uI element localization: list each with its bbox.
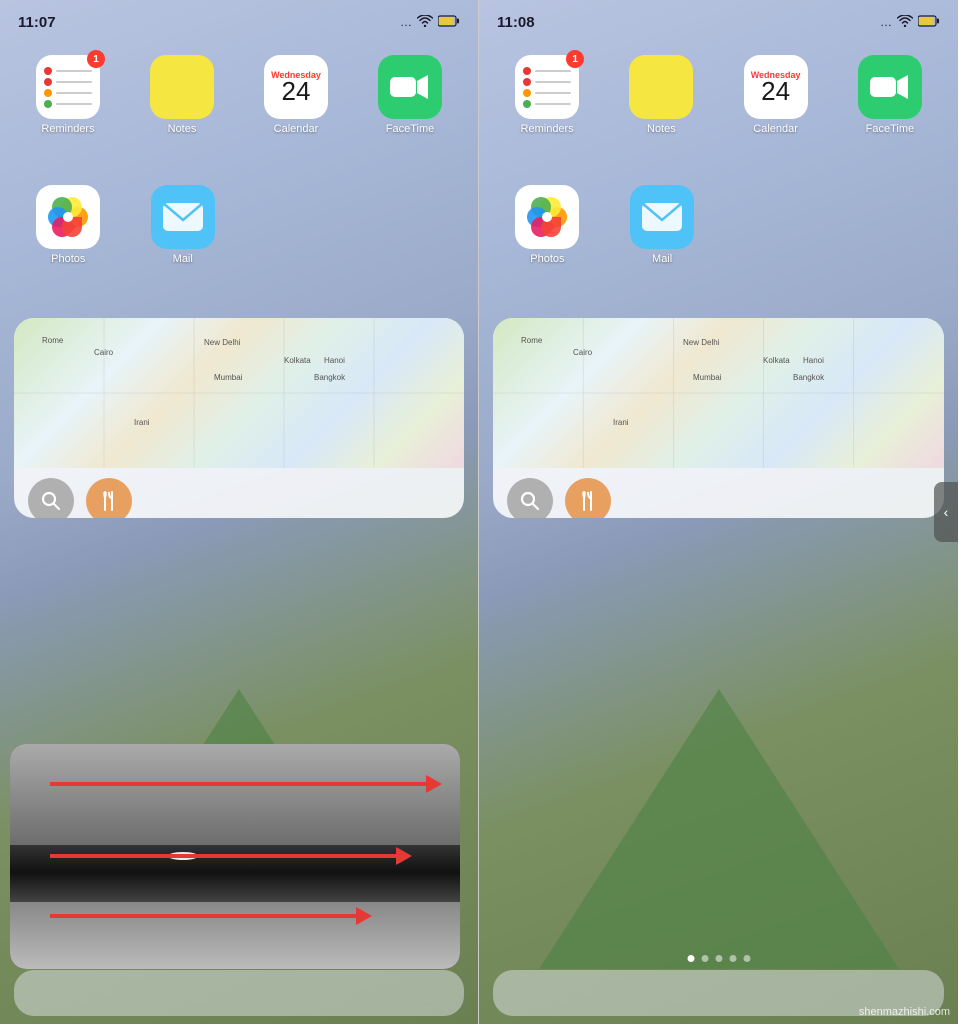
right-reminders-label: Reminders <box>521 123 574 135</box>
red-arrow-2 <box>50 854 400 858</box>
right-mountain-shape <box>539 689 899 969</box>
back-chevron-icon: ‹ <box>944 504 949 520</box>
left-status-bar: 11:07 … <box>0 0 478 44</box>
maps-search-button[interactable] <box>28 478 74 518</box>
right-mail-app[interactable]: Mail <box>608 185 717 265</box>
right-photos-app[interactable]: Photos <box>493 185 602 265</box>
signal-icon-right: … <box>880 15 892 29</box>
page-dot-2[interactable] <box>701 955 708 962</box>
right-notes-app[interactable]: Notes <box>607 55 715 135</box>
photo-content <box>10 744 460 969</box>
left-maps-widget[interactable]: Rome Cairo New Delhi Kolkata Mumbai Hano… <box>14 318 464 518</box>
watermark: shenmazhishi.com <box>859 1006 950 1018</box>
maps-food-button[interactable] <box>86 478 132 518</box>
right-time: 11:08 <box>497 14 535 31</box>
calendar-day-num: 24 <box>282 78 311 104</box>
right-facetime-icon <box>870 73 910 101</box>
notes-icon-content <box>174 66 190 109</box>
page-dot-5[interactable] <box>743 955 750 962</box>
right-maps-controls <box>493 468 944 518</box>
right-back-indicator[interactable]: ‹ <box>934 482 958 542</box>
reminders-badge: 1 <box>87 50 105 68</box>
right-notes-label: Notes <box>647 123 676 135</box>
maps-map-view: Rome Cairo New Delhi Kolkata Mumbai Hano… <box>14 318 464 468</box>
right-maps-widget[interactable]: Rome Cairo New Delhi Kolkata Mumbai Hano… <box>493 318 944 518</box>
right-notes-icon <box>653 66 669 109</box>
right-facetime-label: FaceTime <box>866 123 915 135</box>
photos-icon-content <box>36 185 100 249</box>
right-page-dots <box>687 955 750 962</box>
left-status-icons: … <box>400 15 460 30</box>
food-icon <box>98 490 120 512</box>
calendar-label: Calendar <box>274 123 319 135</box>
battery-icon <box>438 15 460 30</box>
reminders-icon-content <box>36 59 100 116</box>
right-calendar-day-num: 24 <box>761 78 790 104</box>
right-maps-map-view: Rome Cairo New Delhi Kolkata Mumbai Hano… <box>493 318 944 468</box>
red-arrow-1 <box>50 782 430 786</box>
page-dot-3[interactable] <box>715 955 722 962</box>
page-dot-4[interactable] <box>729 955 736 962</box>
right-photos-label: Photos <box>530 253 564 265</box>
right-photos-icon <box>515 185 579 249</box>
mail-icon-svg <box>162 202 204 232</box>
red-arrow-3 <box>50 914 360 918</box>
left-app-grid-row1: 1 Reminders Notes <box>14 55 464 135</box>
page-dot-1[interactable] <box>687 955 694 962</box>
right-reminders-badge: 1 <box>566 50 584 68</box>
photos-label: Photos <box>51 253 85 265</box>
right-facetime-app[interactable]: FaceTime <box>836 55 944 135</box>
right-food-icon <box>577 490 599 512</box>
maps-controls <box>14 468 464 518</box>
right-mail-label: Mail <box>652 253 672 265</box>
photos-app[interactable]: Photos <box>14 185 123 265</box>
search-icon <box>40 490 62 512</box>
calendar-app[interactable]: Wednesday 24 Calendar <box>242 55 350 135</box>
right-calendar-app[interactable]: Wednesday 24 Calendar <box>722 55 830 135</box>
right-app-grid-row2: Photos Mail <box>493 185 944 265</box>
notes-app[interactable]: Notes <box>128 55 236 135</box>
left-dock <box>14 970 464 1016</box>
right-calendar-label: Calendar <box>753 123 798 135</box>
right-map-grid <box>493 318 944 468</box>
right-reminders-icon <box>515 59 579 116</box>
notes-label: Notes <box>168 123 197 135</box>
map-grid <box>14 318 464 468</box>
right-status-bar: 11:08 … <box>479 0 958 44</box>
facetime-icon-svg <box>390 73 430 101</box>
facetime-label: FaceTime <box>386 123 435 135</box>
right-phone-screen: 11:08 … 1 Reminders <box>479 0 958 1024</box>
left-time: 11:07 <box>18 14 56 31</box>
left-photo-widget <box>10 744 460 969</box>
mail-app[interactable]: Mail <box>129 185 238 265</box>
facetime-app[interactable]: FaceTime <box>356 55 464 135</box>
right-maps-food-button[interactable] <box>565 478 611 518</box>
wifi-icon-right <box>897 15 913 30</box>
battery-icon-right <box>918 15 940 30</box>
reminders-label: Reminders <box>41 123 94 135</box>
right-status-icons: … <box>880 15 940 30</box>
mail-label: Mail <box>173 253 193 265</box>
reminders-app[interactable]: 1 Reminders <box>14 55 122 135</box>
left-phone-screen: 11:07 … 1 Reminders <box>0 0 479 1024</box>
signal-icon: … <box>400 15 412 29</box>
right-app-grid-row1: 1 Reminders Notes <box>493 55 944 135</box>
right-search-icon <box>519 490 541 512</box>
right-mail-icon <box>641 202 683 232</box>
right-reminders-app[interactable]: 1 Reminders <box>493 55 601 135</box>
right-maps-search-button[interactable] <box>507 478 553 518</box>
left-app-grid-row2: Photos Mail <box>14 185 464 265</box>
wifi-icon <box>417 15 433 30</box>
